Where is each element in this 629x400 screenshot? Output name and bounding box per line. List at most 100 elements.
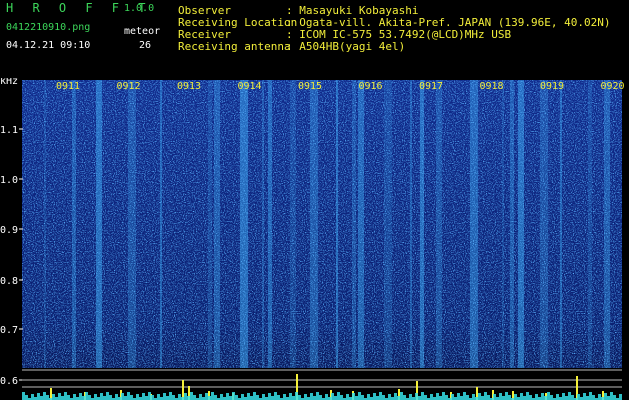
signal-floor: [421, 392, 424, 400]
signal-floor: [460, 396, 463, 400]
signal-floor: [529, 395, 532, 400]
datetime-label: 04.12.21 09:10: [6, 40, 91, 51]
signal-floor: [373, 393, 376, 400]
signal-floor: [148, 392, 151, 400]
signal-floor: [73, 394, 76, 400]
signal-floor: [394, 393, 397, 400]
signal-floor: [25, 395, 28, 400]
signal-floor: [409, 394, 412, 400]
antenna-value: : A504HB(yagi 4el): [286, 40, 406, 53]
signal-floor: [310, 393, 313, 400]
y-tick-label-0-9: 0.9: [0, 225, 18, 236]
signal-floor: [220, 394, 223, 400]
signal-floor: [43, 392, 46, 400]
signal-floor: [130, 395, 133, 400]
signal-floor: [619, 394, 622, 400]
signal-floor: [325, 394, 328, 400]
signal-floor: [79, 393, 82, 400]
signal-floor: [277, 395, 280, 400]
signal-floor: [226, 393, 229, 400]
signal-floor: [436, 393, 439, 400]
signal-floor: [184, 393, 187, 400]
signal-floor: [298, 395, 301, 400]
signal-floor: [424, 395, 427, 400]
signal-floor: [142, 393, 145, 400]
signal-floor: [337, 392, 340, 400]
signal-floor: [505, 392, 508, 400]
signal-floor: [451, 394, 454, 400]
signal-floor: [514, 394, 517, 400]
signal-floor: [82, 396, 85, 400]
signal-floor: [547, 392, 550, 400]
time-tick-label-0913: 0913: [177, 81, 201, 92]
signal-floor: [106, 392, 109, 400]
signal-floor: [397, 396, 400, 400]
signal-floor: [100, 393, 103, 400]
signal-floor: [124, 396, 127, 400]
signal-floor: [94, 394, 97, 400]
y-tick-label-0-6: 0.6: [0, 376, 18, 387]
signal-floor: [589, 392, 592, 400]
signal-floor: [358, 392, 361, 400]
signal-floor: [136, 394, 139, 400]
signal-floor: [541, 393, 544, 400]
signal-floor: [46, 395, 49, 400]
time-tick-label-0920: 0920: [601, 81, 625, 92]
signal-floor: [295, 392, 298, 400]
signal-floor: [355, 396, 358, 400]
signal-floor: [241, 394, 244, 400]
signal-floor: [64, 392, 67, 400]
signal-floor: [214, 395, 217, 400]
signal-floor: [478, 393, 481, 400]
spectrogram-plot: kHz 1.1 1.0 0.9 0.8 0.7 0.6 0911 0912 0913 0914 0…: [0, 78, 625, 400]
signal-floor: [190, 392, 193, 400]
signal-floor: [211, 392, 214, 400]
signal-floor: [22, 392, 25, 400]
signal-floor: [58, 393, 61, 400]
signal-floor: [313, 396, 316, 400]
signal-floor: [151, 395, 154, 400]
signal-floor: [520, 393, 523, 400]
signal-floor: [283, 394, 286, 400]
signal-floor: [256, 395, 259, 400]
signal-floor: [157, 394, 160, 400]
signal-floor: [415, 393, 418, 400]
signal-floor: [466, 395, 469, 400]
signal-floor: [484, 392, 487, 400]
signal-floor: [556, 394, 559, 400]
signal-strength-panel: [22, 368, 622, 400]
signal-floor: [568, 392, 571, 400]
signal-floor: [607, 396, 610, 400]
signal-floor: [88, 395, 91, 400]
signal-floor: [487, 395, 490, 400]
signal-floor: [361, 395, 364, 400]
signal-floor: [376, 396, 379, 400]
signal-floor: [562, 393, 565, 400]
header-panel: H R O F F T 1.0.0 0412210910.png 04.12.2…: [0, 0, 629, 80]
signal-floor: [502, 396, 505, 400]
signal-floor: [166, 396, 169, 400]
signal-floor: [250, 396, 253, 400]
signal-floor: [571, 395, 574, 400]
time-tick-label-0915: 0915: [298, 81, 322, 92]
signal-floor: [268, 393, 271, 400]
signal-floor: [457, 393, 460, 400]
signal-floor: [499, 393, 502, 400]
filename-label: 0412210910.png: [6, 22, 91, 33]
signal-floor: [193, 395, 196, 400]
signal-floor: [163, 393, 166, 400]
signal-floor: [565, 396, 568, 400]
signal-floor: [382, 395, 385, 400]
signal-floor: [85, 392, 88, 400]
signal-floor: [445, 395, 448, 400]
app-version: 1.0.0: [124, 3, 155, 14]
signal-floor: [103, 396, 106, 400]
signal-floor: [586, 396, 589, 400]
signal-floor: [316, 392, 319, 400]
y-tick-label-0-8: 0.8: [0, 276, 18, 287]
signal-floor: [247, 393, 250, 400]
y-tick-label-1-1: 1.1: [0, 125, 18, 136]
signal-floor: [442, 392, 445, 400]
signal-floor: [418, 396, 421, 400]
signal-floor: [67, 395, 70, 400]
